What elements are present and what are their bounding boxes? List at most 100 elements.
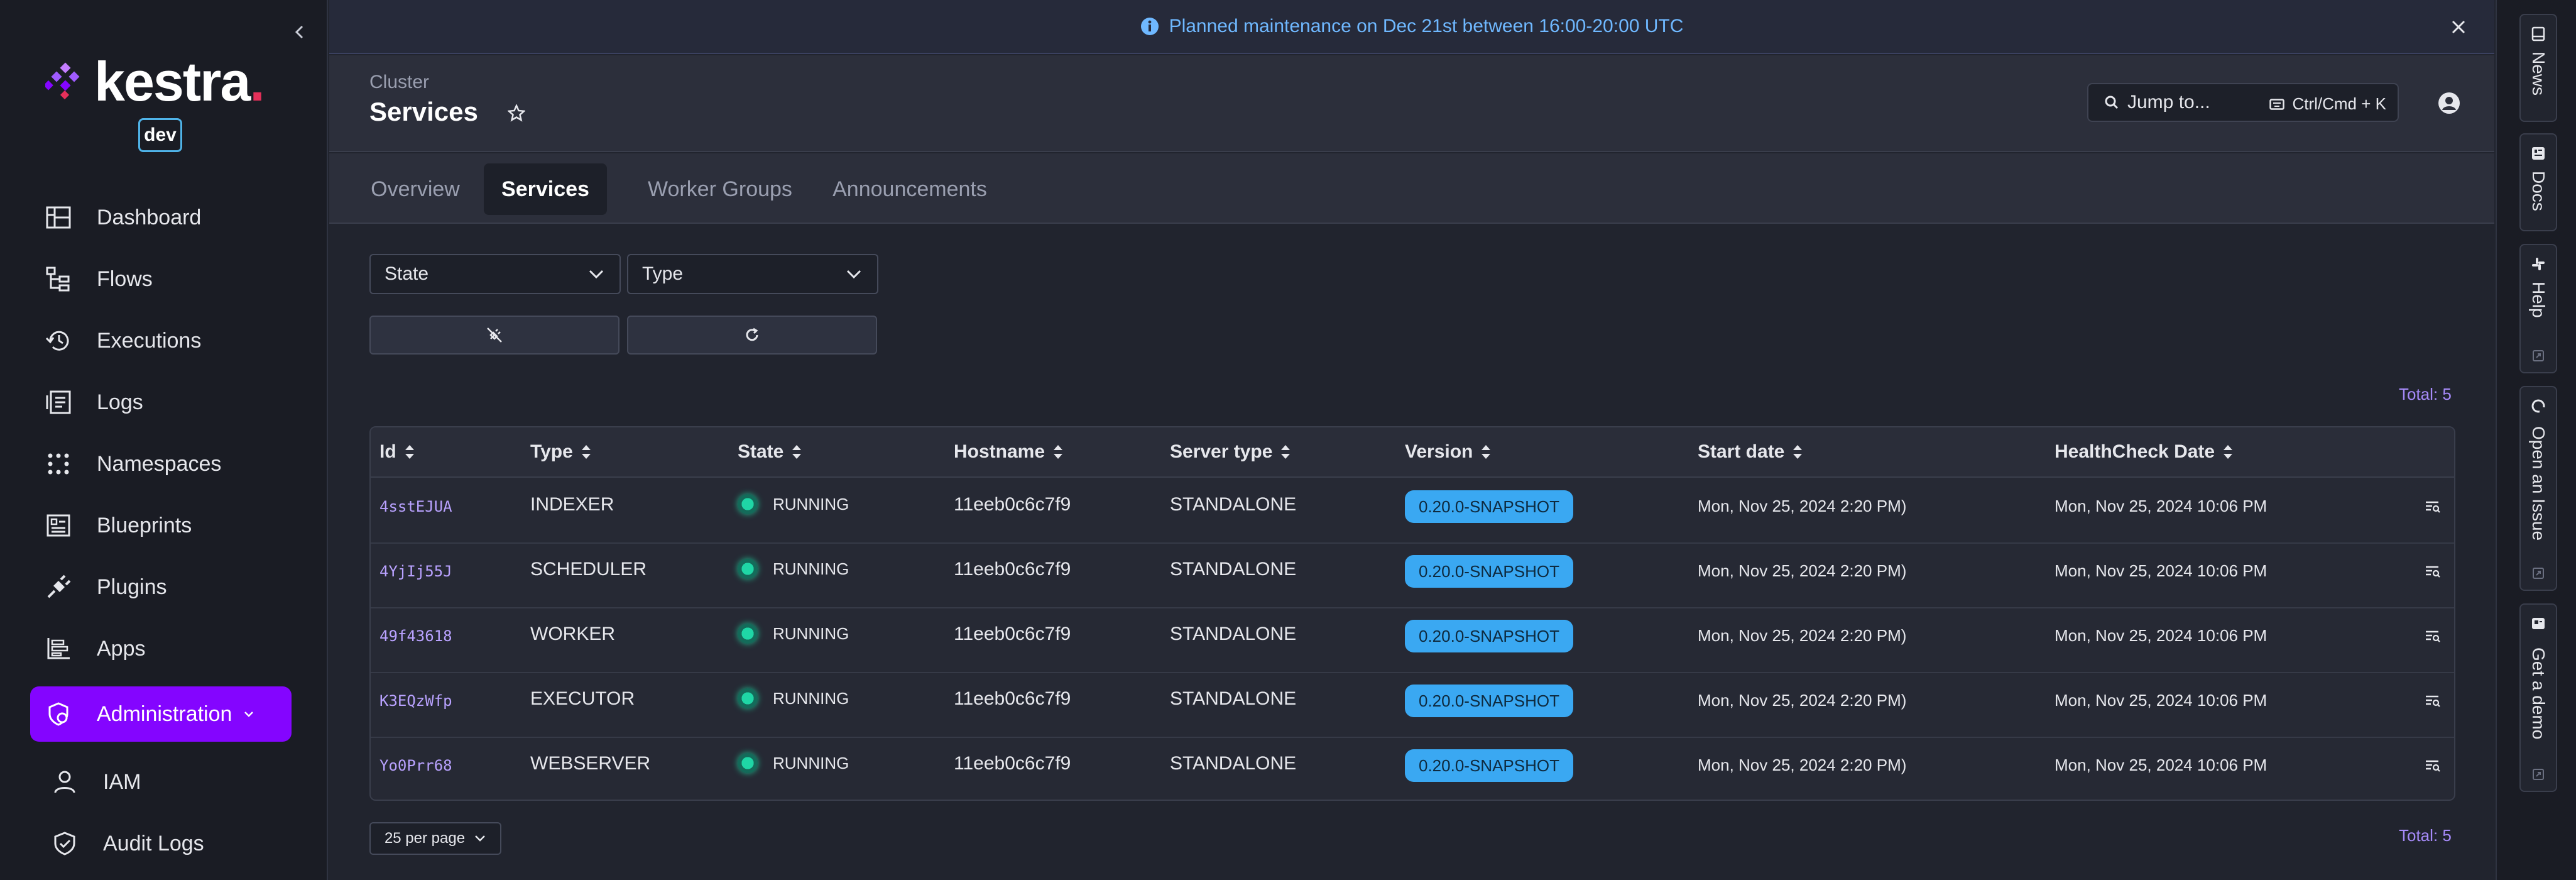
state-indicator: RUNNING — [738, 753, 849, 773]
type-filter-label: Type — [642, 263, 684, 284]
user-menu-button[interactable] — [2435, 89, 2463, 117]
table-row: 4sstEJUA INDEXER RUNNING 11eeb0c6c7f9 ST… — [371, 479, 2454, 544]
plugins-icon — [41, 570, 75, 604]
start-date: Mon, Nov 25, 2024 2:20 PM) — [1698, 691, 1907, 710]
help-button[interactable]: Help — [2519, 244, 2557, 373]
column-header-healthcheck-date[interactable]: HealthCheck Date — [2055, 441, 2234, 463]
rail-label: Docs — [2529, 171, 2548, 211]
sidebar-item-logs[interactable]: Logs — [30, 375, 292, 430]
chevron-down-icon — [846, 269, 862, 279]
main-content: Planned maintenance on Dec 21st between … — [329, 0, 2494, 880]
column-header-state[interactable]: State — [738, 441, 802, 463]
info-icon — [1140, 17, 1159, 36]
news-icon — [2530, 25, 2547, 43]
slack-icon — [2530, 255, 2547, 273]
docs-icon — [2530, 145, 2547, 162]
column-header-id[interactable]: Id — [379, 441, 415, 463]
favorite-button[interactable] — [504, 101, 529, 126]
keyboard-icon — [2269, 98, 2285, 110]
service-id-link[interactable]: 4YjIj55J — [379, 563, 452, 580]
column-header-start-date[interactable]: Start date — [1698, 441, 1803, 463]
sidebar-item-label: Administration — [97, 701, 232, 726]
hostname: 11eeb0c6c7f9 — [954, 559, 1071, 580]
state-text: RUNNING — [773, 559, 849, 578]
state-indicator: RUNNING — [738, 494, 849, 514]
service-id-link[interactable]: K3EQzWfp — [379, 692, 452, 710]
sidebar-item-iam[interactable]: IAM — [30, 754, 292, 810]
refresh-icon — [746, 327, 758, 341]
column-header-type[interactable]: Type — [530, 441, 592, 463]
total-count: Total: 5 — [2399, 385, 2452, 404]
logo-dot: . — [249, 50, 265, 113]
text-search-icon — [2426, 695, 2440, 707]
tab-services[interactable]: Services — [484, 163, 607, 215]
close-banner-button[interactable] — [2448, 16, 2469, 38]
chevron-left-icon — [295, 25, 303, 39]
service-id-link[interactable]: 49f43618 — [379, 627, 452, 645]
view-details-button[interactable] — [2421, 690, 2444, 712]
get-demo-button[interactable]: Get a demo — [2519, 603, 2557, 792]
service-type: WORKER — [530, 624, 615, 644]
running-status-dot — [738, 688, 758, 708]
sidebar-item-label: Plugins — [97, 575, 167, 599]
healthcheck-date: Mon, Nov 25, 2024 10:06 PM — [2055, 497, 2268, 515]
column-header-server-type[interactable]: Server type — [1170, 441, 1291, 463]
sidebar-item-blueprints[interactable]: Blueprints — [30, 498, 292, 553]
running-status-dot — [738, 494, 758, 514]
open-issue-button[interactable]: Open an Issue — [2519, 386, 2557, 591]
refresh-button[interactable] — [627, 316, 877, 355]
rail-label: News — [2529, 52, 2548, 96]
view-details-button[interactable] — [2421, 754, 2444, 777]
collapse-sidebar-button[interactable] — [290, 23, 309, 41]
tab-overview[interactable]: Overview — [369, 163, 461, 215]
docs-button[interactable]: Docs — [2519, 133, 2557, 231]
tabs-bar: Overview Services Worker Groups Announce… — [329, 153, 2494, 224]
sidebar-item-administration[interactable]: Administration — [30, 686, 292, 742]
healthcheck-date: Mon, Nov 25, 2024 10:06 PM — [2055, 756, 2268, 774]
sort-icon — [791, 444, 802, 460]
view-details-button[interactable] — [2421, 625, 2444, 647]
table-row: K3EQzWfp EXECUTOR RUNNING 11eeb0c6c7f9 S… — [371, 673, 2454, 738]
user-circle-icon — [2438, 92, 2460, 114]
hostname: 11eeb0c6c7f9 — [954, 753, 1071, 774]
services-table: Id Type State Hostname Server type Versi… — [369, 426, 2455, 801]
sidebar-item-apps[interactable]: Apps — [30, 621, 292, 676]
server-type: STANDALONE — [1170, 688, 1297, 709]
running-status-dot — [738, 753, 758, 773]
service-id-link[interactable]: 4sstEJUA — [379, 498, 452, 515]
sidebar-item-label: Flows — [97, 267, 153, 291]
service-id-link[interactable]: Yo0Prr68 — [379, 757, 452, 774]
sidebar-item-dashboard[interactable]: Dashboard — [30, 190, 292, 245]
disable-autorefresh-button[interactable] — [369, 316, 619, 355]
jump-to-search[interactable]: Jump to... Ctrl/Cmd + K — [2087, 83, 2399, 122]
sidebar-item-audit-logs[interactable]: Audit Logs — [30, 816, 292, 871]
sidebar-item-executions[interactable]: Executions — [30, 313, 292, 368]
view-details-button[interactable] — [2421, 495, 2444, 518]
sidebar-item-plugins[interactable]: Plugins — [30, 559, 292, 615]
logo-text: kestra — [94, 50, 251, 113]
chevron-down-icon — [588, 269, 604, 279]
state-indicator: RUNNING — [738, 559, 849, 579]
per-page-select[interactable]: 25 per page — [369, 822, 501, 855]
column-header-version[interactable]: Version — [1405, 441, 1492, 463]
version-badge: 0.20.0-SNAPSHOT — [1405, 555, 1573, 588]
search-icon — [2105, 96, 2119, 109]
state-filter-select[interactable]: State — [369, 254, 621, 294]
tab-worker-groups[interactable]: Worker Groups — [626, 163, 814, 215]
breadcrumb[interactable]: Cluster — [369, 72, 429, 93]
news-button[interactable]: News — [2519, 14, 2557, 122]
version-badge: 0.20.0-SNAPSHOT — [1405, 490, 1573, 523]
server-type: STANDALONE — [1170, 559, 1297, 580]
sidebar-item-label: Namespaces — [97, 451, 222, 476]
sidebar-item-namespaces[interactable]: Namespaces — [30, 436, 292, 492]
type-filter-select[interactable]: Type — [627, 254, 878, 294]
column-header-hostname[interactable]: Hostname — [954, 441, 1064, 463]
tab-announcements[interactable]: Announcements — [807, 163, 1013, 215]
sidebar-item-flows[interactable]: Flows — [30, 251, 292, 307]
kestra-logo[interactable]: kestra. — [45, 54, 265, 109]
view-details-button[interactable] — [2421, 560, 2444, 583]
text-search-icon — [2426, 760, 2440, 772]
namespaces-icon — [41, 447, 75, 481]
sort-icon — [2222, 444, 2234, 460]
page-header: Cluster Services Jump to... Ctrl/Cmd + K — [329, 55, 2494, 152]
